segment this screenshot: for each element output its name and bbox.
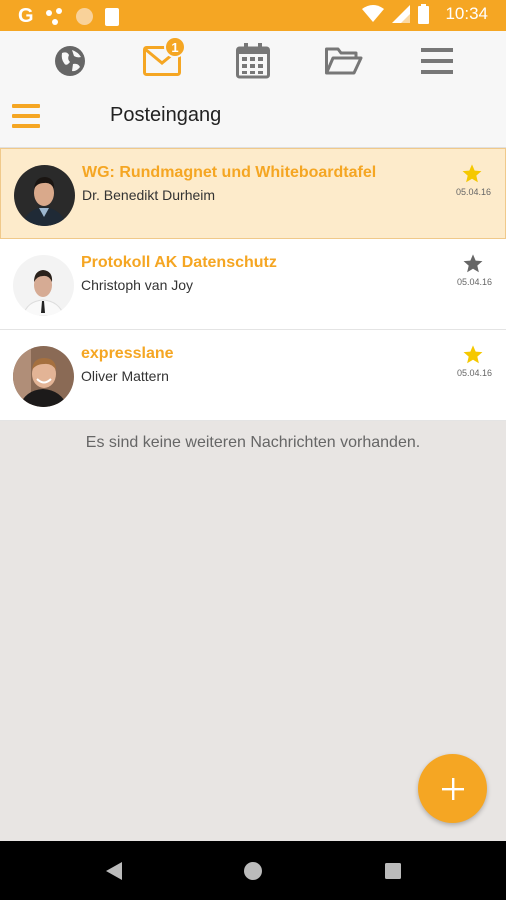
- tab-calendar[interactable]: [228, 37, 278, 85]
- message-sender: Christoph van Joy: [81, 277, 194, 293]
- app-header: Posteingang: [0, 91, 506, 148]
- message-date: 05.04.16: [456, 368, 492, 378]
- signal-icon: [392, 5, 411, 23]
- unread-badge: 1: [164, 36, 186, 58]
- message-date: 05.04.16: [456, 277, 492, 287]
- home-button[interactable]: [241, 859, 265, 883]
- tab-bar: 1: [0, 31, 506, 91]
- message-item[interactable]: WG: Rundmagnet und Whiteboardtafel Dr. B…: [0, 148, 506, 239]
- message-subject: Protokoll AK Datenschutz: [81, 254, 277, 271]
- star-icon[interactable]: [462, 344, 484, 366]
- list-menu-icon: [421, 48, 453, 74]
- wifi-icon: [362, 5, 385, 22]
- globe-icon: [55, 46, 85, 76]
- plus-icon: [441, 777, 464, 800]
- message-list: WG: Rundmagnet und Whiteboardtafel Dr. B…: [0, 148, 506, 421]
- battery-icon: [418, 4, 430, 24]
- circle-icon: [75, 8, 93, 25]
- tab-more[interactable]: [412, 37, 462, 85]
- home-icon: [244, 862, 262, 880]
- message-date: 05.04.16: [455, 187, 491, 197]
- star-icon[interactable]: [461, 163, 483, 185]
- back-icon: [106, 862, 122, 880]
- recents-icon: [385, 863, 401, 879]
- avatar: [13, 255, 74, 316]
- compose-button[interactable]: [418, 754, 487, 823]
- google-icon: G: [18, 5, 34, 27]
- page-title: Posteingang: [110, 104, 222, 126]
- message-sender: Dr. Benedikt Durheim: [82, 187, 216, 203]
- folder-icon: [325, 47, 363, 75]
- message-item[interactable]: Protokoll AK Datenschutz Christoph van J…: [0, 239, 506, 330]
- message-subject: expresslane: [81, 345, 174, 362]
- notification-dots-icon: [45, 7, 64, 26]
- message-item[interactable]: expresslane Oliver Mattern 05.04.16: [0, 330, 506, 421]
- tab-folder[interactable]: [319, 37, 369, 85]
- tab-mail[interactable]: 1: [137, 36, 187, 85]
- system-nav-bar: [0, 841, 506, 900]
- avatar: [13, 346, 74, 407]
- tab-globe[interactable]: [45, 37, 95, 85]
- star-icon[interactable]: [462, 253, 484, 275]
- empty-list-note: Es sind keine weiteren Nachrichten vorha…: [85, 434, 421, 451]
- clock: 10:34: [445, 4, 488, 23]
- hamburger-menu-icon[interactable]: [12, 104, 40, 128]
- back-button[interactable]: [102, 859, 126, 883]
- message-subject: WG: Rundmagnet und Whiteboardtafel: [82, 164, 377, 181]
- calendar-icon: [236, 43, 270, 79]
- avatar: [14, 165, 75, 226]
- status-bar: G 10:34: [0, 0, 506, 31]
- sim-card-icon: [104, 7, 119, 26]
- recents-button[interactable]: [381, 859, 405, 883]
- message-sender: Oliver Mattern: [81, 368, 169, 384]
